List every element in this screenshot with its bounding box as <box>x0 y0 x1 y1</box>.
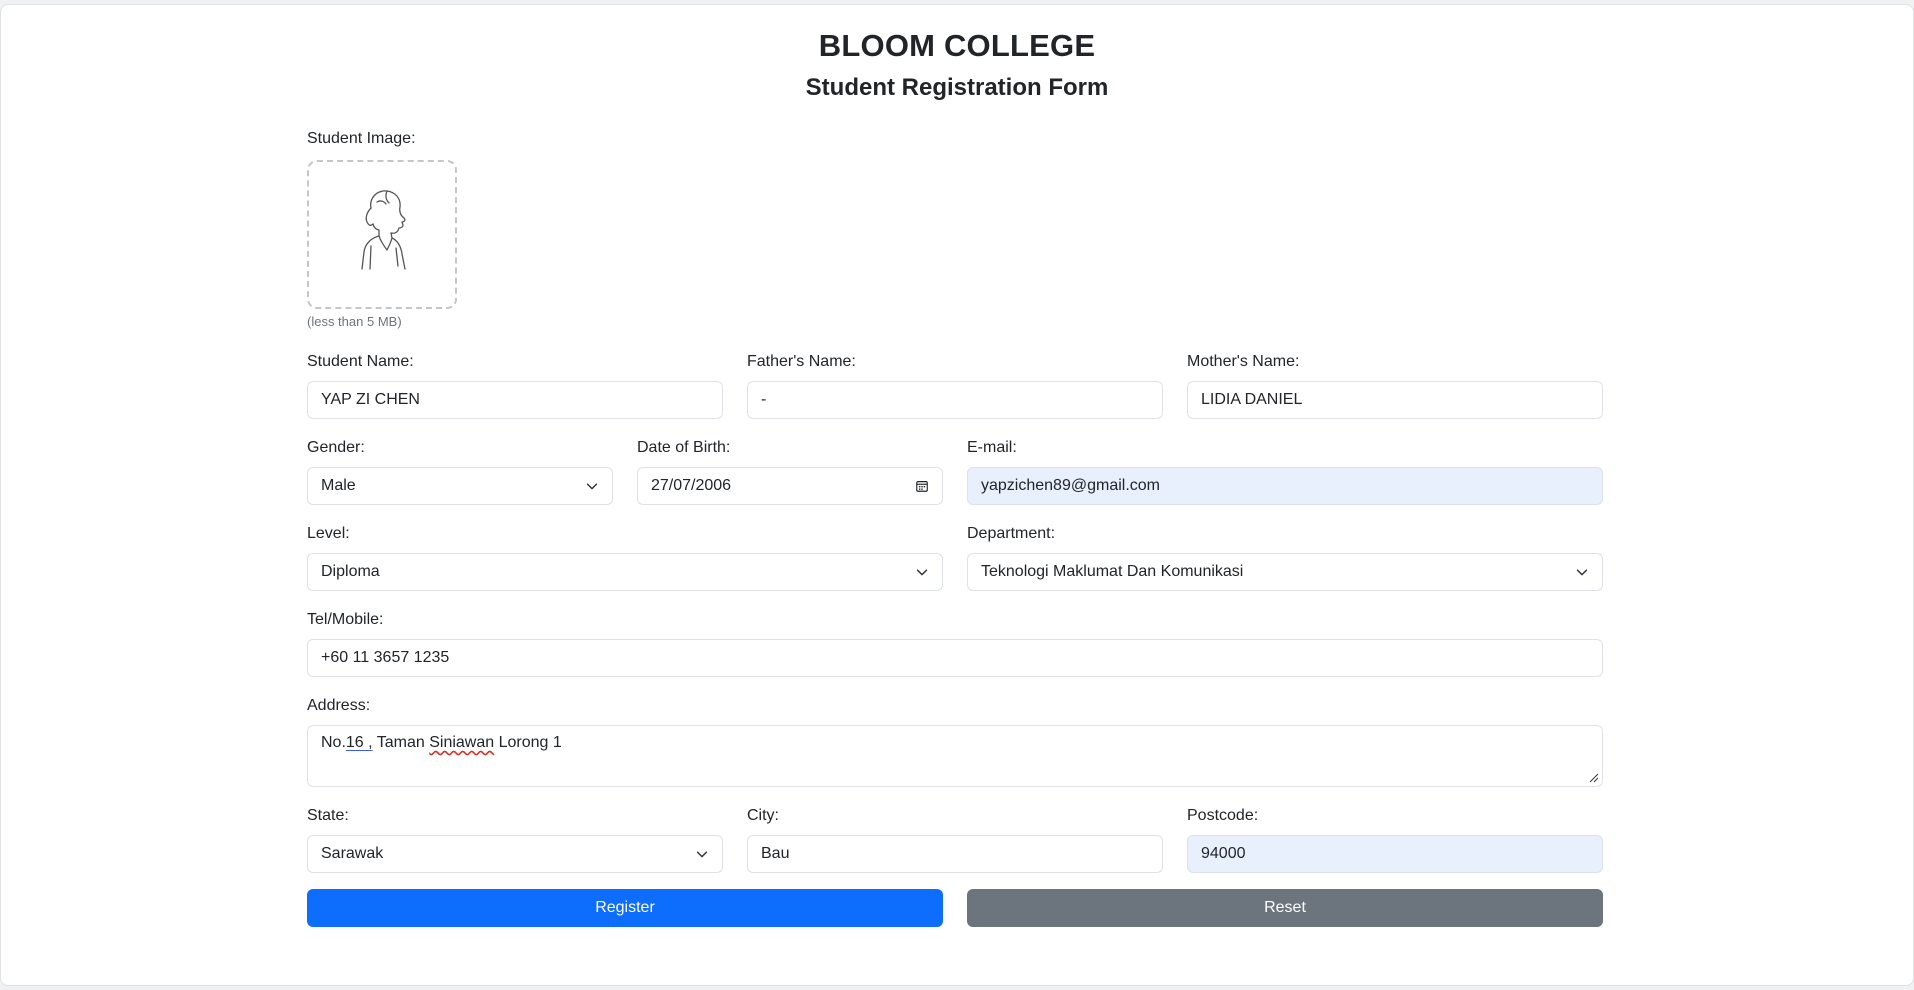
reset-button[interactable]: Reset <box>967 889 1603 927</box>
level-label: Level: <box>307 525 350 542</box>
address-label: Address: <box>307 697 371 714</box>
city-label: City: <box>747 807 779 824</box>
father-name-value: - <box>761 391 767 408</box>
postcode-value: 94000 <box>1201 845 1246 862</box>
city-input[interactable]: Bau <box>747 835 1163 873</box>
email-label: E-mail: <box>967 439 1017 456</box>
tel-value: +60 11 3657 1235 <box>321 649 450 666</box>
dob-value: 27/07/2006 <box>651 477 732 494</box>
father-name-input[interactable]: - <box>747 381 1163 419</box>
dob-label: Date of Birth: <box>637 439 731 456</box>
mother-name-value: LIDIA DANIEL <box>1201 391 1303 408</box>
address-text: No.16 , Taman Siniawan Lorong 1 <box>321 734 562 751</box>
gender-select[interactable]: Male <box>307 467 613 505</box>
student-portrait-icon <box>361 190 406 270</box>
student-name-input[interactable]: YAP ZI CHEN <box>307 381 723 419</box>
gender-value: Male <box>321 477 356 494</box>
level-select[interactable]: Diploma <box>307 553 943 591</box>
chevron-down-icon <box>696 851 708 858</box>
email-input[interactable]: yapzichen89@gmail.com <box>967 467 1603 505</box>
student-name-value: YAP ZI CHEN <box>321 391 420 408</box>
department-select[interactable]: Teknologi Maklumat Dan Komunikasi <box>967 553 1603 591</box>
chevron-down-icon <box>586 483 598 490</box>
department-value: Teknologi Maklumat Dan Komunikasi <box>981 563 1244 580</box>
state-label: State: <box>307 807 349 824</box>
father-name-label: Father's Name: <box>747 353 856 370</box>
student-image-upload[interactable] <box>307 160 457 309</box>
postcode-input[interactable]: 94000 <box>1187 835 1603 873</box>
gender-label: Gender: <box>307 439 365 456</box>
state-value: Sarawak <box>321 845 384 862</box>
student-name-label: Student Name: <box>307 353 414 370</box>
mother-name-input[interactable]: LIDIA DANIEL <box>1187 381 1603 419</box>
tel-input[interactable]: +60 11 3657 1235 <box>307 639 1603 677</box>
form-title: Student Registration Form <box>805 74 1109 101</box>
state-select[interactable]: Sarawak <box>307 835 723 873</box>
city-value: Bau <box>761 845 790 862</box>
postcode-label: Postcode: <box>1187 807 1259 824</box>
student-image-label: Student Image: <box>307 130 416 147</box>
level-value: Diploma <box>321 563 380 580</box>
resize-handle-icon[interactable] <box>1589 773 1599 783</box>
chevron-down-icon <box>916 569 928 576</box>
register-button[interactable]: Register <box>307 889 943 927</box>
mother-name-label: Mother's Name: <box>1187 353 1300 370</box>
calendar-icon[interactable] <box>915 479 929 493</box>
department-label: Department: <box>967 525 1056 542</box>
dob-input[interactable]: 27/07/2006 <box>637 467 943 505</box>
tel-label: Tel/Mobile: <box>307 611 384 628</box>
email-value: yapzichen89@gmail.com <box>981 477 1160 494</box>
chevron-down-icon <box>1576 569 1588 576</box>
address-textarea[interactable]: No.16 , Taman Siniawan Lorong 1 <box>307 725 1603 787</box>
image-size-hint: (less than 5 MB) <box>307 314 402 329</box>
college-title: BLOOM COLLEGE <box>818 28 1096 63</box>
